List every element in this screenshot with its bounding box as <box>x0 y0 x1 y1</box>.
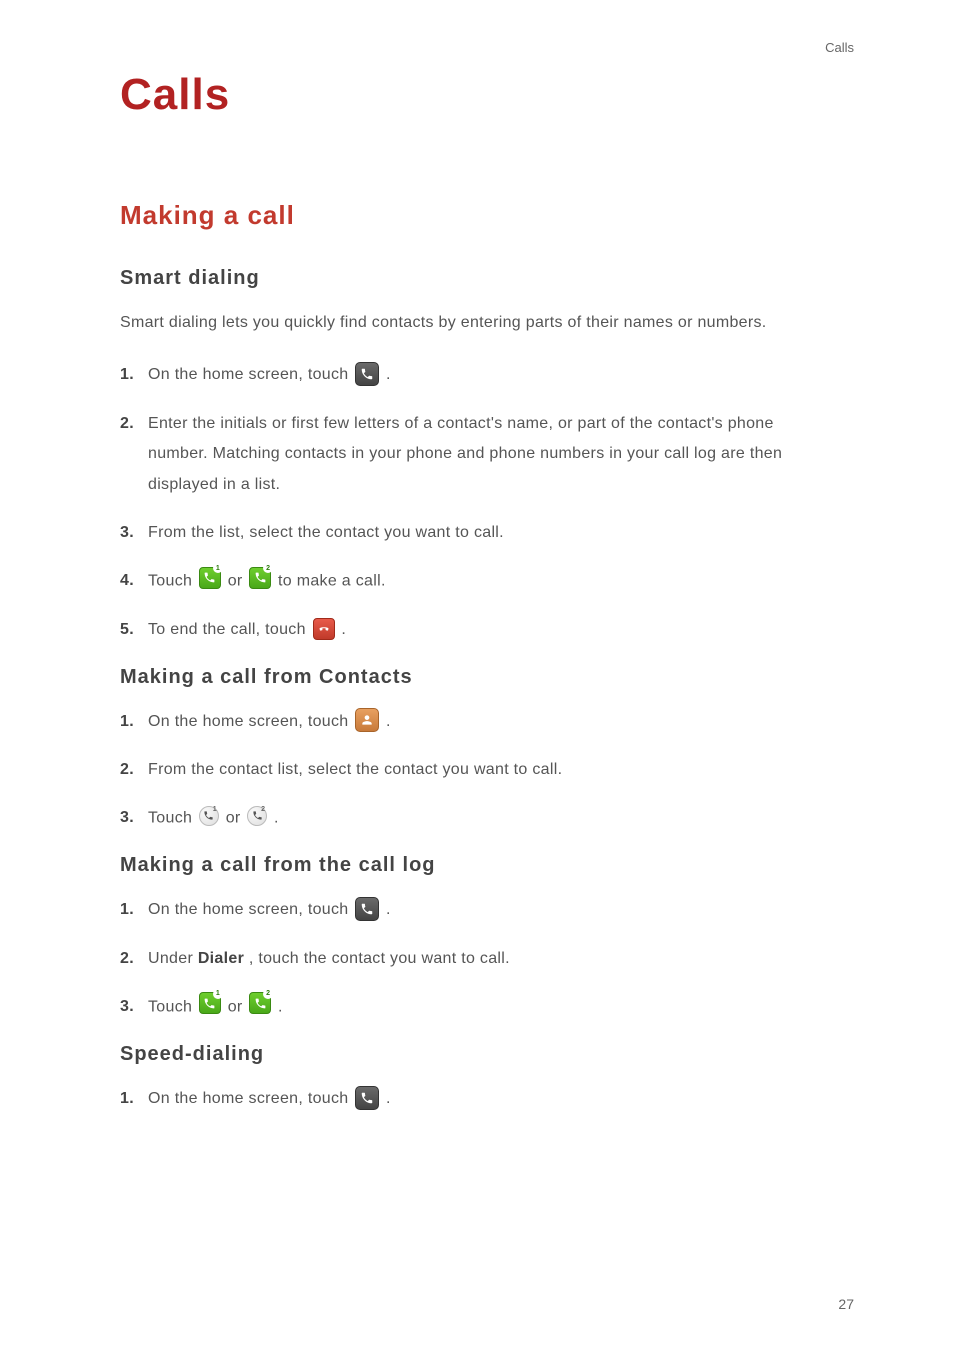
dialer-icon <box>355 1086 379 1110</box>
call-sim1-icon: 1 <box>199 991 221 1021</box>
list-item: 2. From the contact list, select the con… <box>120 755 834 785</box>
sim-badge: 1 <box>213 989 223 999</box>
header-label: Calls <box>825 40 854 55</box>
step-text: or <box>228 998 248 1015</box>
list-item: 3. Touch 1 or 2 . <box>120 992 834 1023</box>
speeddial-steps: 1. On the home screen, touch . <box>120 1084 834 1114</box>
sim-badge: 1 <box>213 803 217 816</box>
step-text: Touch <box>148 573 197 590</box>
step-text: From the contact list, select the contac… <box>148 761 562 778</box>
list-item: 4. Touch 1 or 2 to make a call. <box>120 566 834 597</box>
list-item: 1. On the home screen, touch . <box>120 1084 834 1114</box>
step-number: 1. <box>120 360 134 390</box>
list-item: 2. Enter the initials or first few lette… <box>120 409 834 500</box>
step-text: Under <box>148 950 198 967</box>
step-number: 2. <box>120 409 134 439</box>
list-item: 5. To end the call, touch . <box>120 615 834 645</box>
step-text: , touch the contact you want to call. <box>249 950 510 967</box>
step-number: 2. <box>120 944 134 974</box>
contacts-icon <box>355 708 379 732</box>
step-text: . <box>278 998 283 1015</box>
step-text: . <box>341 621 346 638</box>
list-item: 2. Under Dialer , touch the contact you … <box>120 944 834 974</box>
step-text: . <box>386 1090 391 1107</box>
step-text: or <box>226 810 246 827</box>
subsection-speed-dialing: Speed-dialing <box>120 1043 834 1066</box>
step-text: or <box>228 573 248 590</box>
step-text: On the home screen, touch <box>148 713 353 730</box>
step-number: 5. <box>120 615 134 645</box>
calllog-steps: 1. On the home screen, touch . 2. Under … <box>120 895 834 1023</box>
list-item: 1. On the home screen, touch . <box>120 895 834 925</box>
contacts-steps: 1. On the home screen, touch . 2. From t… <box>120 707 834 835</box>
step-text: . <box>386 901 391 918</box>
step-text: . <box>274 810 279 827</box>
end-call-icon <box>313 618 335 640</box>
step-number: 3. <box>120 518 134 548</box>
subsection-smart-dialing: Smart dialing <box>120 267 834 290</box>
sim-badge: 2 <box>261 803 265 816</box>
sim-badge: 1 <box>213 563 223 573</box>
step-text: From the list, select the contact you wa… <box>148 524 504 541</box>
dialer-icon <box>355 897 379 921</box>
call-circle-sim2-icon: 2 <box>247 802 267 832</box>
step-text: Touch <box>148 998 197 1015</box>
step-number: 3. <box>120 992 134 1022</box>
step-text: to make a call. <box>278 573 386 590</box>
subsection-call-from-log: Making a call from the call log <box>120 854 834 877</box>
step-text: . <box>386 713 391 730</box>
page-title: Calls <box>120 70 834 120</box>
call-sim1-icon: 1 <box>199 565 221 595</box>
call-sim2-icon: 2 <box>249 991 271 1021</box>
subsection-call-from-contacts: Making a call from Contacts <box>120 666 834 689</box>
step-number: 1. <box>120 1084 134 1114</box>
dialer-icon <box>355 362 379 386</box>
bold-dialer: Dialer <box>198 950 244 967</box>
list-item: 3. Touch 1 or 2 . <box>120 803 834 834</box>
list-item: 1. On the home screen, touch . <box>120 707 834 737</box>
call-sim2-icon: 2 <box>249 565 271 595</box>
smart-dialing-intro: Smart dialing lets you quickly find cont… <box>120 308 834 338</box>
list-item: 1. On the home screen, touch . <box>120 360 834 390</box>
step-text: . <box>386 366 391 383</box>
sim-badge: 2 <box>263 563 273 573</box>
list-item: 3. From the list, select the contact you… <box>120 518 834 548</box>
page-number: 27 <box>838 1296 854 1312</box>
step-text: On the home screen, touch <box>148 901 353 918</box>
step-text: Enter the initials or first few letters … <box>148 415 782 493</box>
step-number: 1. <box>120 895 134 925</box>
call-circle-sim1-icon: 1 <box>199 802 219 832</box>
step-text: To end the call, touch <box>148 621 311 638</box>
section-making-a-call: Making a call <box>120 200 834 231</box>
step-number: 2. <box>120 755 134 785</box>
step-number: 1. <box>120 707 134 737</box>
step-text: On the home screen, touch <box>148 1090 353 1107</box>
step-text: Touch <box>148 810 197 827</box>
step-number: 4. <box>120 566 134 596</box>
sim-badge: 2 <box>263 989 273 999</box>
step-number: 3. <box>120 803 134 833</box>
step-text: On the home screen, touch <box>148 366 353 383</box>
smart-dialing-steps: 1. On the home screen, touch . 2. Enter … <box>120 360 834 645</box>
